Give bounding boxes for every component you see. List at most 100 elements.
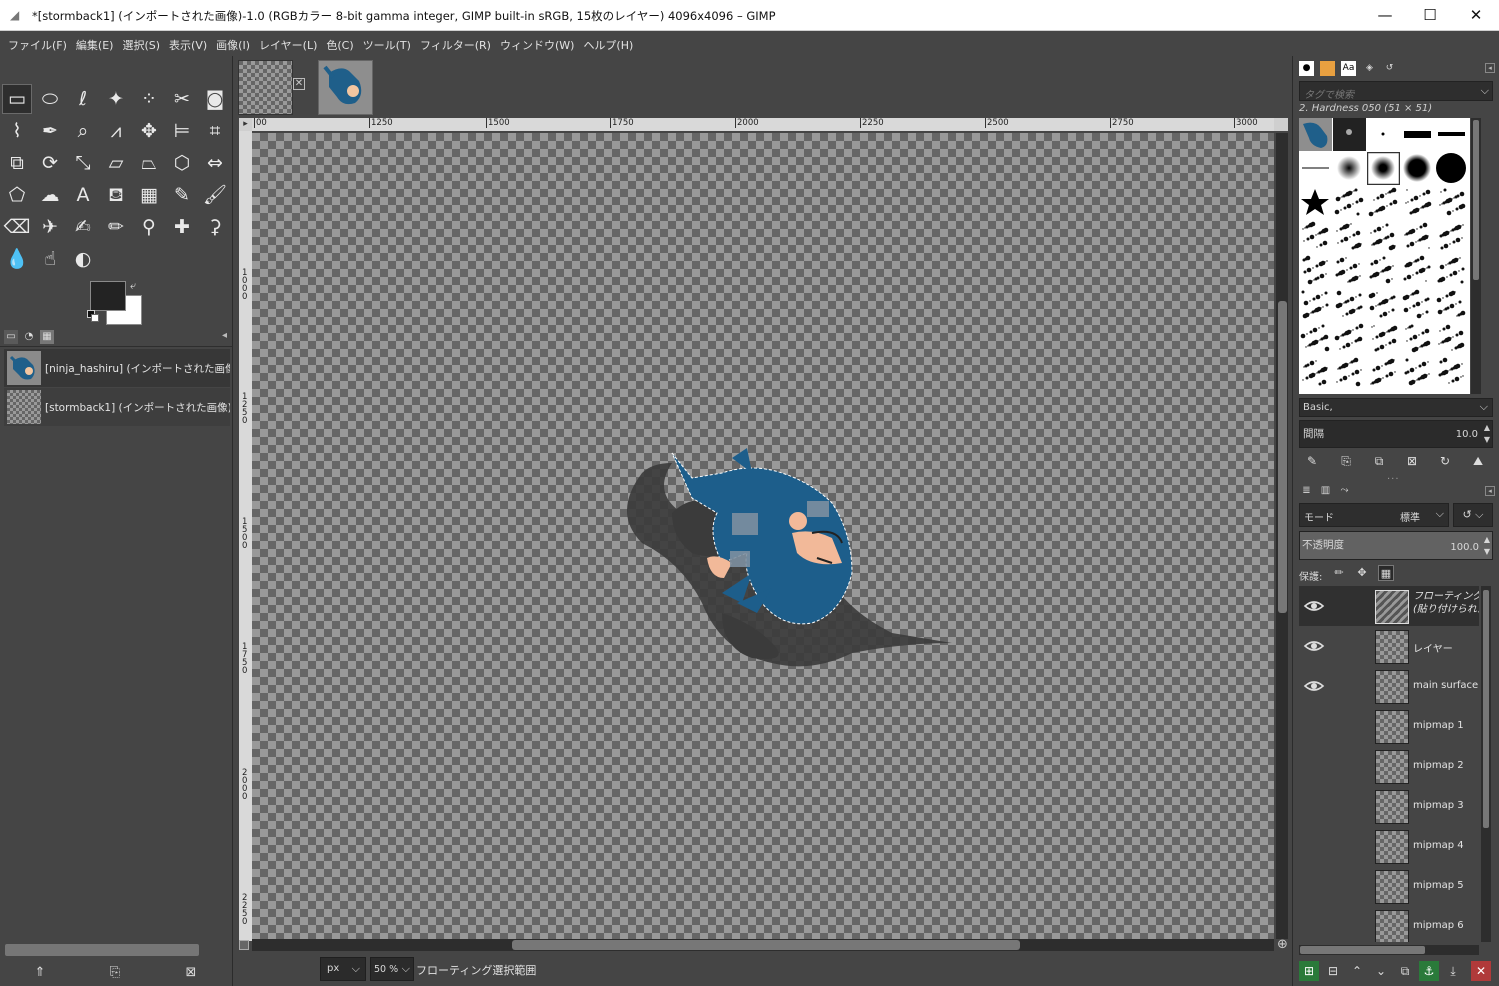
layer-row[interactable]: mipmap 5	[1299, 866, 1479, 906]
layer-row[interactable]: mipmap 2	[1299, 746, 1479, 786]
fonts-tab-icon[interactable]: Aa	[1341, 61, 1356, 76]
brush-cell[interactable]	[1435, 152, 1468, 185]
canvas-vscrollbar[interactable]	[1276, 133, 1288, 939]
default-colors-icon[interactable]	[87, 310, 99, 322]
brush-cell[interactable]	[1435, 118, 1468, 151]
layer-row[interactable]: mipmap 1	[1299, 706, 1479, 746]
layer-row[interactable]: mipmap 3	[1299, 786, 1479, 826]
brush-cell[interactable]	[1333, 220, 1366, 253]
by-color-select-icon[interactable]: ⁘	[134, 84, 164, 114]
brush-scroll-thumb[interactable]	[1473, 120, 1479, 280]
rect-select-icon[interactable]: ▭	[2, 84, 32, 114]
gradient-icon[interactable]: ▦	[134, 180, 164, 210]
raise-display-icon[interactable]: ⇑	[30, 963, 50, 983]
delete-image-icon[interactable]: ⊠	[181, 963, 201, 983]
menu-windows[interactable]: ウィンドウ(W)	[496, 31, 579, 56]
flip-icon[interactable]: ⇔	[200, 148, 230, 178]
duplicate-layer-icon[interactable]: ⧉	[1395, 961, 1415, 981]
menu-edit[interactable]: 編集(E)	[72, 31, 119, 56]
vscroll-thumb[interactable]	[1278, 301, 1287, 613]
lock-alpha-icon[interactable]: ▦	[1378, 565, 1394, 581]
zoom-select[interactable]: 50 % ⌵	[370, 957, 414, 981]
tag-search-input[interactable]: タグで検索 ⌵	[1299, 81, 1493, 101]
brush-cell[interactable]	[1401, 118, 1434, 151]
lock-position-icon[interactable]: ✥	[1354, 565, 1370, 581]
composite-mode-button[interactable]: ↺ ⌵	[1453, 503, 1493, 527]
swap-colors-icon[interactable]: ⤶	[130, 279, 136, 293]
brushes-tab-icon[interactable]: ●	[1299, 61, 1314, 76]
dock-menu-icon[interactable]: ◂	[222, 330, 227, 341]
visibility-eye-icon[interactable]	[1303, 838, 1325, 854]
minimize-button[interactable]: —	[1362, 0, 1408, 31]
unified-transform-icon[interactable]: ⧉	[2, 148, 32, 178]
brush-cell[interactable]	[1401, 322, 1434, 355]
brush-cell[interactable]	[1435, 220, 1468, 253]
brush-cell[interactable]	[1367, 322, 1400, 355]
brush-tag-filter[interactable]: Basic, ⌵	[1299, 398, 1493, 417]
brush-cell[interactable]	[1435, 186, 1468, 219]
brush-cell[interactable]	[1299, 152, 1332, 185]
brush-spacing-field[interactable]: 間隔 10.0 ▲ ▼	[1299, 420, 1493, 448]
brush-cell[interactable]	[1299, 322, 1332, 355]
brush-cell[interactable]	[1367, 118, 1400, 151]
warp-transform-icon[interactable]: ☁	[35, 180, 65, 210]
layer-row[interactable]: main surface	[1299, 666, 1479, 706]
foreground-select-icon[interactable]: ◙	[200, 84, 230, 114]
paths-icon[interactable]: ⌇	[2, 116, 32, 146]
edit-brush-icon[interactable]: ✎	[1303, 452, 1321, 470]
color-picker-icon[interactable]: ✒	[35, 116, 65, 146]
brush-cell[interactable]	[1435, 288, 1468, 321]
free-select-icon[interactable]: ℓ	[68, 84, 98, 114]
opacity-slider[interactable]: 不透明度 100.0 ▲ ▼	[1299, 531, 1493, 560]
dock-menu-icon[interactable]: ◂	[1485, 63, 1495, 73]
layer-row[interactable]: フローティング選択範囲 (貼り付けられたレイヤー)	[1299, 586, 1479, 626]
brush-cell[interactable]	[1333, 152, 1366, 185]
brush-cell[interactable]	[1333, 288, 1366, 321]
list-item[interactable]: [stormback1] (インポートされた画像)	[4, 388, 230, 426]
brush-cell[interactable]	[1435, 254, 1468, 287]
heal-icon[interactable]: ✚	[167, 212, 197, 242]
dock-menu-icon[interactable]: ◂	[1485, 486, 1495, 496]
brush-cell[interactable]	[1333, 322, 1366, 355]
airbrush-icon[interactable]: ✈	[35, 212, 65, 242]
anchor-layer-icon[interactable]: ⚓	[1419, 961, 1439, 981]
zoom-image-corner[interactable]	[1274, 118, 1288, 131]
brush-cell[interactable]	[1401, 254, 1434, 287]
delete-layer-icon[interactable]: ✕	[1471, 961, 1491, 981]
paint-dynamics-tab-icon[interactable]: ◈	[1362, 61, 1377, 76]
brush-cell[interactable]	[1367, 186, 1400, 219]
mypaint-brush-icon[interactable]: ✏	[101, 212, 131, 242]
close-button[interactable]: ✕	[1453, 0, 1499, 31]
fuzzy-select-icon[interactable]: ✦	[101, 84, 131, 114]
new-layer-icon[interactable]: ⊞	[1299, 961, 1319, 981]
layer-scroll-thumb[interactable]	[1483, 590, 1489, 828]
shear-icon[interactable]: ▱	[101, 148, 131, 178]
list-item[interactable]: [ninja_hashiru] (インポートされた画像)	[4, 349, 230, 387]
raise-layer-icon[interactable]: ⌃	[1347, 961, 1367, 981]
brush-cell[interactable]	[1435, 356, 1468, 389]
paths-tab-icon[interactable]: ⤳	[1337, 483, 1352, 498]
brush-cell[interactable]	[1299, 186, 1332, 219]
layer-row[interactable]: レイヤー	[1299, 626, 1479, 666]
layer-row[interactable]: mipmap 4	[1299, 826, 1479, 866]
brush-cell[interactable]	[1367, 152, 1400, 185]
text-icon[interactable]: A	[68, 180, 98, 210]
channels-tab-icon[interactable]: ▥	[1318, 483, 1333, 498]
menu-view[interactable]: 表示(V)	[165, 31, 212, 56]
patterns-tab-icon[interactable]	[1320, 61, 1335, 76]
open-brush-as-image-icon[interactable]: ⛰	[1469, 452, 1487, 470]
menu-colors[interactable]: 色(C)	[322, 31, 358, 56]
delete-brush-icon[interactable]: ⊠	[1403, 452, 1421, 470]
visibility-eye-icon[interactable]	[1303, 638, 1325, 654]
brush-cell[interactable]	[1299, 254, 1332, 287]
smudge-icon[interactable]: ☝	[35, 244, 65, 274]
brush-cell[interactable]	[1299, 356, 1332, 389]
templates-tab-icon[interactable]: ▦	[40, 330, 54, 344]
brush-cell[interactable]	[1401, 152, 1434, 185]
layer-hscrollbar[interactable]	[1299, 945, 1479, 955]
lower-layer-icon[interactable]: ⌄	[1371, 961, 1391, 981]
brush-cell[interactable]	[1299, 288, 1332, 321]
menu-filters[interactable]: フィルター(R)	[416, 31, 496, 56]
menu-layer[interactable]: レイヤー(L)	[255, 31, 322, 56]
tool-presets-tab-icon[interactable]: ↺	[1382, 61, 1397, 76]
